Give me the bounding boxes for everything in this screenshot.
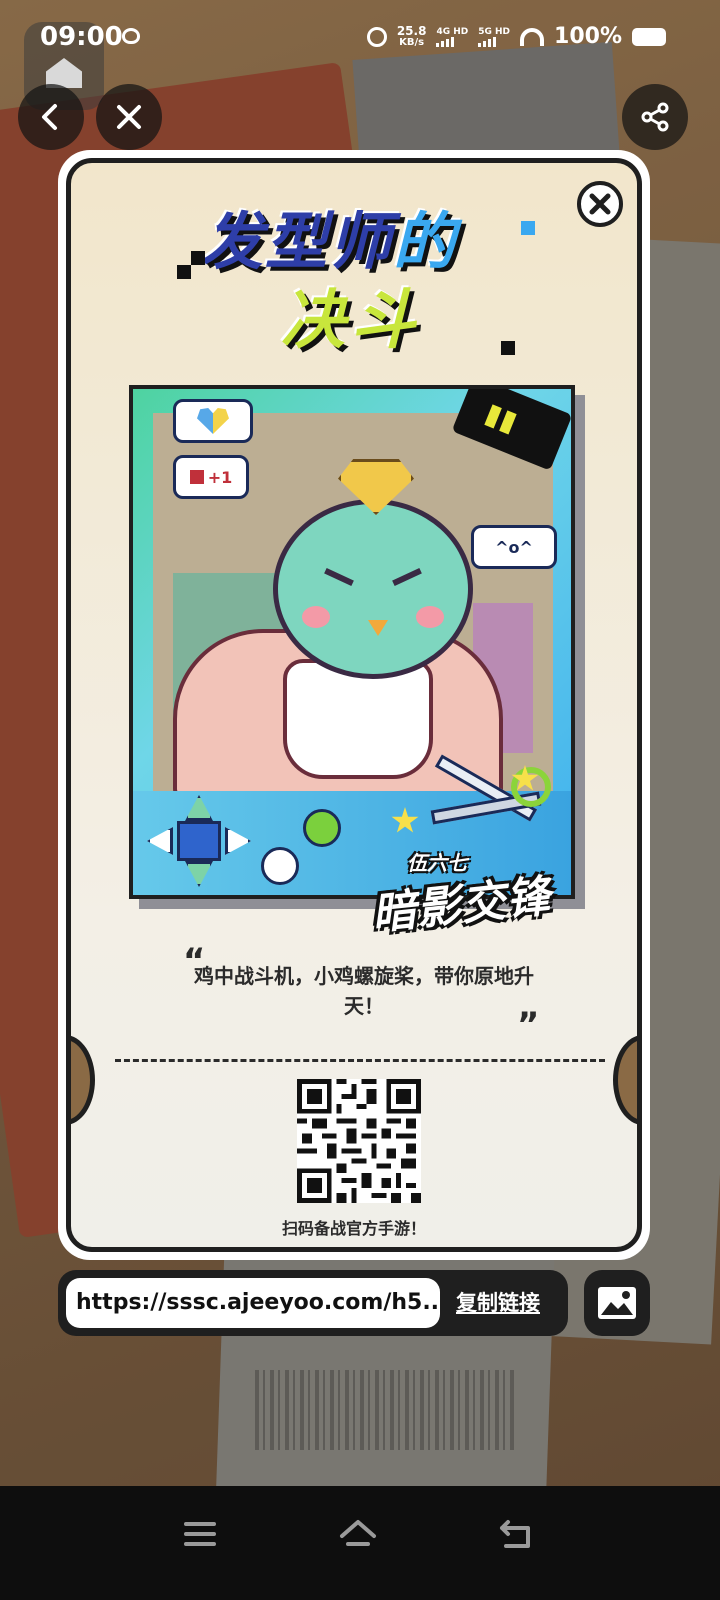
chick-head	[273, 499, 473, 679]
ticket-notch	[71, 1035, 95, 1125]
share-button[interactable]	[622, 84, 688, 150]
dashed-divider	[115, 1059, 605, 1062]
close-icon	[117, 105, 141, 129]
alarm-icon	[366, 26, 387, 47]
link-bar: https://sssc.ajeeyoo.com/h5... 复制链接	[58, 1270, 568, 1336]
ticket-notch	[613, 1035, 637, 1125]
thumbs-up-icon	[189, 470, 204, 484]
brand-main-text: 暗影交锋	[369, 870, 554, 941]
back-nav-button[interactable]	[496, 1514, 540, 1558]
battery-icon	[632, 27, 666, 46]
qr-caption: 扫码备战官方手游！	[281, 1219, 426, 1238]
card-body: 发型师的 决斗 +1 ^o^ 伍六七 暗影交锋 “ 鸡中战斗机，小鸡螺旋桨，带你…	[66, 158, 642, 1252]
brand-logo: 伍六七 暗影交锋	[369, 847, 597, 957]
wifi-icon	[520, 27, 545, 46]
dpad-icon	[147, 795, 251, 887]
game-title-logo: 发型师的 决斗	[177, 191, 535, 361]
share-url-field[interactable]: https://sssc.ajeeyoo.com/h5...	[66, 1278, 440, 1328]
signal-bars-icon	[436, 36, 468, 47]
share-card: 发型师的 决斗 +1 ^o^ 伍六七 暗影交锋 “ 鸡中战斗机，小鸡螺旋桨，带你…	[58, 150, 650, 1260]
sim2-signal: 5G HD	[478, 27, 510, 47]
menu-icon	[184, 1522, 216, 1546]
like-count: +1	[207, 467, 233, 487]
back-arrow-icon	[500, 1520, 530, 1548]
battery-percent: 100%	[554, 24, 622, 49]
quote-close-mark: ”	[517, 1005, 540, 1045]
title-text: 的	[393, 205, 458, 278]
signal-bars-icon	[478, 36, 510, 47]
back-button[interactable]	[18, 84, 84, 150]
image-icon	[598, 1287, 636, 1319]
game-button-b-icon	[261, 847, 299, 885]
copy-link-button[interactable]: 复制链接	[456, 1270, 540, 1336]
save-image-button[interactable]	[584, 1270, 650, 1336]
share-icon	[641, 102, 669, 132]
close-button[interactable]	[96, 84, 162, 150]
cat-notification-icon	[122, 28, 140, 44]
emoticon-bubble: ^o^	[471, 525, 557, 569]
like-bubble: +1	[173, 455, 249, 499]
game-button-a-icon	[303, 809, 341, 847]
recents-button[interactable]	[180, 1514, 224, 1558]
close-icon	[589, 193, 611, 215]
chevron-left-icon	[42, 104, 57, 130]
network-speed: 25.8 KB/s	[396, 23, 427, 48]
status-time: 09:00	[40, 22, 123, 52]
card-close-button[interactable]	[577, 181, 623, 227]
home-button[interactable]	[338, 1514, 382, 1558]
status-indicators: 25.8 KB/s 4G HD 5G HD 100%	[366, 23, 666, 49]
qr-code	[297, 1079, 421, 1203]
status-bar: 09:00 25.8 KB/s 4G HD 5G HD 100%	[0, 0, 720, 78]
scissors-icon	[430, 754, 551, 841]
heart-bubble-icon	[173, 399, 253, 443]
title-text: 决斗	[281, 284, 421, 358]
system-nav-bar	[0, 1486, 720, 1600]
game-artwork: +1 ^o^	[129, 385, 575, 899]
title-text: 发型师	[201, 205, 394, 278]
quote-text: 鸡中战斗机，小鸡螺旋桨，带你原地升天！	[194, 964, 534, 1018]
sim1-signal: 4G HD	[436, 27, 468, 47]
home-icon	[340, 1520, 376, 1546]
